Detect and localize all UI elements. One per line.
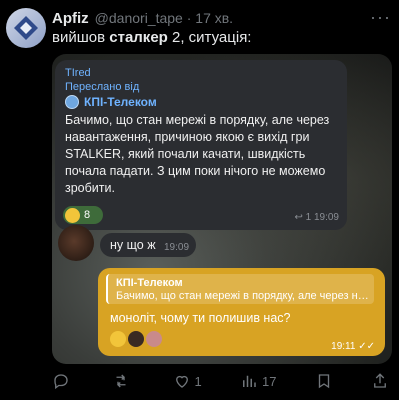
retweet-button[interactable] bbox=[112, 372, 134, 390]
share-button[interactable] bbox=[371, 372, 389, 390]
short-message-bubble: ну що ж 19:09 bbox=[100, 233, 196, 257]
more-options-icon[interactable]: ··· bbox=[370, 7, 391, 28]
reaction-chip: 8 bbox=[63, 206, 103, 224]
outgoing-time-text: 19:11 bbox=[331, 341, 356, 352]
incoming-message-bubble: TIred Переслано від КПІ-Телеком Бачимо, … bbox=[55, 60, 347, 230]
incoming-meta: ↩ 1 19:09 bbox=[294, 212, 339, 223]
reactor-avatar-icon bbox=[146, 331, 162, 347]
like-count: 1 bbox=[194, 373, 202, 389]
avatar-logo-icon bbox=[14, 16, 38, 40]
outgoing-reactions bbox=[110, 331, 162, 347]
quoted-text: Бачимо, що стан мережі в порядку, але че… bbox=[116, 290, 369, 302]
share-icon bbox=[374, 373, 386, 388]
reply-button[interactable] bbox=[52, 372, 74, 390]
avatar-image bbox=[6, 8, 46, 48]
views-button[interactable]: 17 bbox=[240, 372, 276, 390]
bookmark-icon bbox=[318, 374, 329, 389]
post-header: Apfiz @danori_tape · 17 хв. bbox=[52, 8, 389, 28]
heart-icon bbox=[175, 375, 188, 388]
retweet-icon bbox=[116, 374, 126, 388]
views-count: 17 bbox=[261, 373, 277, 389]
forward-source: КПІ-Телеком bbox=[65, 95, 157, 109]
quoted-name: КПІ-Телеком bbox=[116, 277, 183, 289]
reactor-avatar-icon bbox=[128, 331, 144, 347]
short-message-text: ну що ж bbox=[110, 238, 156, 252]
forward-source-name: КПІ-Телеком bbox=[84, 95, 157, 109]
double-check-icon: ✓✓ bbox=[358, 341, 375, 352]
author-avatar[interactable] bbox=[6, 8, 46, 48]
sender-name: TIred bbox=[65, 67, 91, 79]
sticker-avatar bbox=[58, 225, 94, 261]
views-bar-chart-icon bbox=[242, 375, 256, 387]
globe-icon bbox=[65, 95, 79, 109]
tweet-text: вийшов сталкер 2, ситуація: bbox=[52, 29, 251, 46]
short-message-time: 19:09 bbox=[164, 242, 190, 253]
laughing-emoji-icon bbox=[65, 207, 80, 223]
emoji-icon bbox=[110, 331, 126, 347]
like-button[interactable]: 1 bbox=[173, 372, 202, 390]
reaction-count: 8 bbox=[84, 209, 91, 221]
bookmark-button[interactable] bbox=[315, 372, 333, 390]
author-name[interactable]: Apfiz bbox=[52, 10, 89, 27]
author-handle-time[interactable]: @danori_tape · 17 хв. bbox=[95, 10, 233, 26]
tweet-text-before: вийшов bbox=[52, 29, 110, 46]
tweet-text-after: 2, ситуація: bbox=[167, 29, 252, 46]
outgoing-message-text: моноліт, чому ти полишив нас? bbox=[110, 311, 291, 325]
tweet-text-bold: сталкер bbox=[109, 29, 168, 46]
outgoing-message-bubble: КПІ-Телеком Бачимо, що стан мережі в пор… bbox=[98, 268, 385, 356]
incoming-message-text: Бачимо, що стан мережі в порядку, але че… bbox=[65, 113, 330, 195]
action-bar: 1 17 bbox=[52, 370, 389, 392]
outgoing-time: 19:11 ✓✓ bbox=[331, 341, 375, 352]
quoted-message: КПІ-Телеком Бачимо, що стан мережі в пор… bbox=[106, 274, 374, 304]
reply-icon bbox=[54, 374, 68, 390]
forwarded-label: Переслано від bbox=[65, 81, 140, 93]
